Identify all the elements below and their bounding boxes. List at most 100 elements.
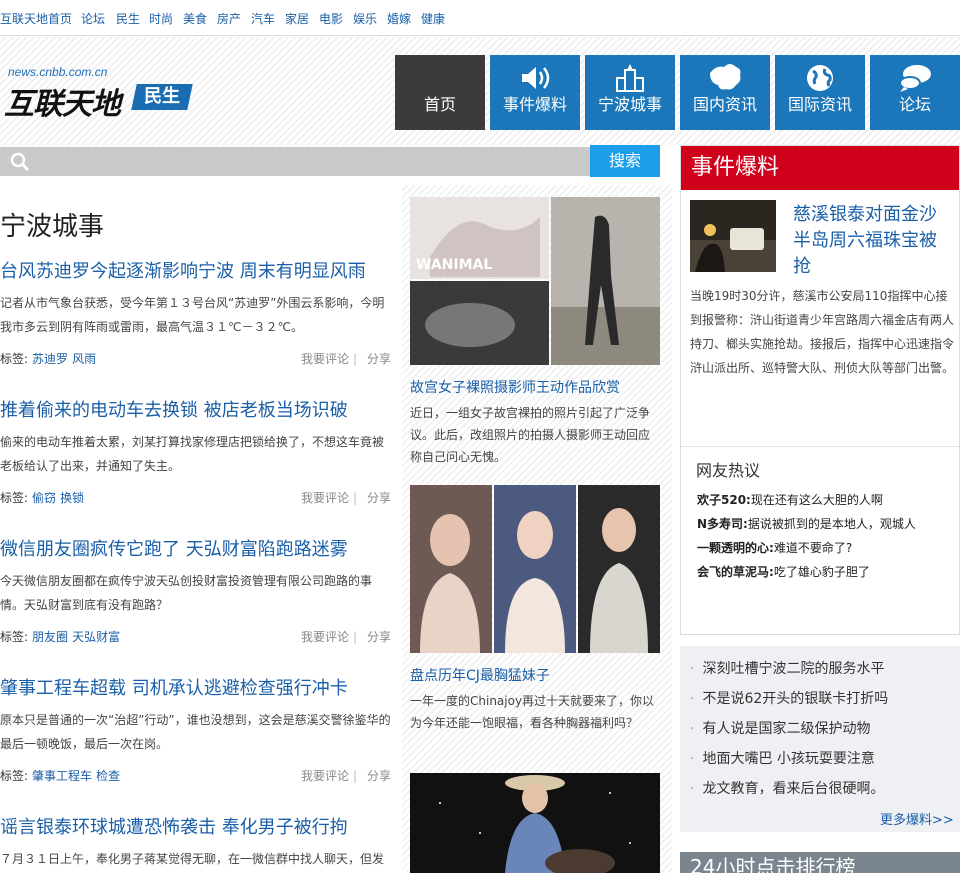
article-tag[interactable]: 肇事工程车 [32, 769, 92, 783]
nav-domestic-button[interactable]: 国内资讯 [680, 55, 770, 130]
topnav-link-entertainment[interactable]: 娱乐 [353, 10, 377, 27]
logo-text[interactable]: 互联天地 [4, 79, 121, 123]
topnav-link-health[interactable]: 健康 [421, 10, 445, 27]
list-item[interactable]: · 不是说62开头的银联卡打折吗 [690, 688, 888, 708]
night-street-image [690, 200, 776, 272]
building-icon [616, 64, 644, 92]
nav-forum-button[interactable]: 论坛 [870, 55, 960, 130]
list-item[interactable]: · 深刻吐槽宁波二院的服务水平 [690, 658, 884, 678]
article-title[interactable]: 推着偷来的电动车去换锁 被店老板当场识破 [0, 398, 395, 424]
nav-home-button[interactable]: 首页 [395, 55, 485, 130]
netizen-comments-title: 网友热议 [696, 461, 761, 480]
tags-label: 标签: [0, 352, 29, 366]
meta-separator: | [352, 769, 357, 783]
incident-thumbnail[interactable] [690, 200, 776, 272]
article-title[interactable]: 谣言银泰环球城遭恐怖袭击 奉化男子被行拘 [0, 815, 395, 841]
article-summary: 记者从市气象台获悉，受今年第１３号台风“苏迪罗”外围云系影响，今明我市多云到阴有… [0, 296, 385, 334]
topnav-link-movie[interactable]: 电影 [319, 10, 343, 27]
article-tag[interactable]: 换锁 [60, 491, 84, 505]
nav-international-label: 国际资讯 [787, 95, 852, 114]
incident-title[interactable]: 慈溪银泰对面金沙半岛周六福珠宝被抢 [793, 202, 953, 280]
nav-home-label: 首页 [423, 95, 456, 114]
logo-channel-tag-label: 民生 [144, 86, 180, 107]
list-item[interactable]: · 地面大嘴巴 小孩玩耍要注意 [690, 748, 875, 768]
comment-link[interactable]: 我要评论 [301, 347, 349, 371]
article-tag[interactable]: 苏迪罗 [32, 352, 68, 366]
comment-text: 吃了雄心豹子胆了 [773, 565, 870, 579]
list-item-label: 深刻吐槽宁波二院的服务水平 [702, 661, 885, 677]
article-tag[interactable]: 偷窃 [32, 491, 56, 505]
netizen-comment: 欢子520:现在还有这么大胆的人啊 [697, 491, 883, 508]
netizen-comment: 一颗透明的心:难道不要命了? [697, 539, 852, 556]
share-link[interactable]: 分享 [367, 486, 391, 510]
photo-thumbnail[interactable] [410, 773, 660, 873]
nav-incidents-button[interactable]: 事件爆料 [490, 55, 580, 130]
incident-panel-header: 事件爆料 [681, 146, 959, 190]
comment-text: 难道不要命了? [773, 541, 853, 555]
list-item[interactable]: · 有人说是国家二级保护动物 [690, 718, 870, 738]
photo-thumbnail[interactable] [410, 485, 660, 653]
article-tag[interactable]: 风雨 [72, 352, 96, 366]
section-title: 宁波城事 [0, 212, 105, 242]
article-meta: 标签: 苏迪罗 风雨 我要评论 | 分享 [0, 347, 395, 371]
nav-international-button[interactable]: 国际资讯 [775, 55, 865, 130]
topnav-link-auto[interactable]: 汽车 [251, 10, 275, 27]
topnav-link-food[interactable]: 美食 [183, 10, 207, 27]
share-link[interactable]: 分享 [367, 625, 391, 649]
list-item-label: 有人说是国家二级保护动物 [702, 721, 871, 737]
list-bullet: · [690, 721, 695, 737]
article-meta: 标签: 偷窃 换锁 我要评论 | 分享 [0, 486, 395, 510]
photo-summary: 近日，一组女子故宫裸拍的照片引起了广泛争议。此后，改组照片的拍摄人摄影师王动回应… [410, 406, 651, 464]
list-bullet: · [690, 781, 695, 797]
topnav-link-fashion[interactable]: 时尚 [149, 10, 173, 27]
search-button[interactable]: 搜索 [590, 145, 660, 177]
meta-separator: | [352, 491, 357, 505]
comment-link[interactable]: 我要评论 [301, 764, 349, 788]
search-input[interactable] [36, 149, 586, 174]
photo-watermark: WANIMAL [416, 257, 492, 273]
topnav-link-home-decor[interactable]: 家居 [285, 10, 309, 27]
list-item[interactable]: · 龙文教育，看来后台很硬啊。 [690, 778, 884, 798]
netizen-comment: N多寿司:据说被抓到的是本地人，观城人 [697, 515, 916, 532]
article-item: 谣言银泰环球城遭恐怖袭击 奉化男子被行拘 ７月３１日上午，奉化男子蒋某觉得无聊，… [0, 815, 395, 873]
nav-ningbo-button[interactable]: 宁波城事 [585, 55, 675, 130]
article-summary: ７月３１日上午，奉化男子蒋某觉得无聊，在一微信群中找人聊天，但发 [0, 852, 385, 866]
topnav-link-wedding[interactable]: 婚嫁 [387, 10, 411, 27]
article-summary: 今天微信朋友圈都在疯传宁波天弘创投财富投资管理有限公司跑路的事情。天弘财富到底有… [0, 574, 373, 612]
topnav-link-livelihood[interactable]: 民生 [116, 10, 140, 27]
tags-label: 标签: [0, 630, 29, 644]
comment-link[interactable]: 我要评论 [301, 486, 349, 510]
article-title[interactable]: 台风苏迪罗今起逐渐影响宁波 周末有明显风雨 [0, 259, 395, 285]
more-incidents-link[interactable]: 更多爆料>> [880, 809, 954, 828]
list-bullet: · [690, 691, 695, 707]
search-icon [10, 152, 30, 172]
top-nav: 互联天地首页 论坛 民生 时尚 美食 房产 汽车 家居 电影 娱乐 婚嫁 健康 [0, 0, 960, 36]
share-link[interactable]: 分享 [367, 764, 391, 788]
share-link[interactable]: 分享 [367, 347, 391, 371]
article-item: 肇事工程车超载 司机承认逃避检查强行冲卡 原本只是普通的一次“治超”行动”，谁也… [0, 676, 395, 788]
photo-thumbnail[interactable]: WANIMAL [410, 197, 660, 365]
comment-link[interactable]: 我要评论 [301, 625, 349, 649]
speaker-icon [522, 67, 550, 89]
article-tag[interactable]: 天弘财富 [72, 630, 120, 644]
china-map-icon [710, 64, 741, 90]
article-title[interactable]: 肇事工程车超载 司机承认逃避检查强行冲卡 [0, 676, 395, 702]
article-tag[interactable]: 检查 [96, 769, 120, 783]
article-meta: 标签: 肇事工程车 检查 我要评论 | 分享 [0, 764, 395, 788]
article-tag[interactable]: 朋友圈 [32, 630, 68, 644]
comment-text: 现在还有这么大胆的人啊 [750, 493, 883, 507]
topnav-link-realestate[interactable]: 房产 [217, 10, 241, 27]
photo-title[interactable]: 故宫女子裸照摄影师王动作品欣赏 [410, 377, 660, 397]
meta-separator: | [352, 630, 357, 644]
article-item: 微信朋友圈疯传它跑了 天弘财富陷跑路迷雾 今天微信朋友圈都在疯传宁波天弘创投财富… [0, 537, 395, 649]
meta-separator: | [352, 352, 357, 366]
article-summary: 原本只是普通的一次“治超”行动”，谁也没想到，这会是慈溪交警徐鉴华的最后一顿晚饭… [0, 713, 391, 751]
article-title[interactable]: 微信朋友圈疯传它跑了 天弘财富陷跑路迷雾 [0, 537, 395, 563]
topnav-link-home[interactable]: 互联天地首页 [0, 10, 72, 27]
photo-title[interactable]: 盘点历年CJ最胸猛妹子 [410, 665, 660, 685]
incident-divider [681, 446, 959, 447]
topnav-link-forum[interactable]: 论坛 [81, 10, 105, 27]
list-bullet: · [690, 751, 695, 767]
article-summary: 偷来的电动车推着太累，刘某打算找家修理店把锁给换了，不想这车竟被老板给认了出来，… [0, 435, 385, 473]
list-item-label: 不是说62开头的银联卡打折吗 [702, 691, 889, 707]
